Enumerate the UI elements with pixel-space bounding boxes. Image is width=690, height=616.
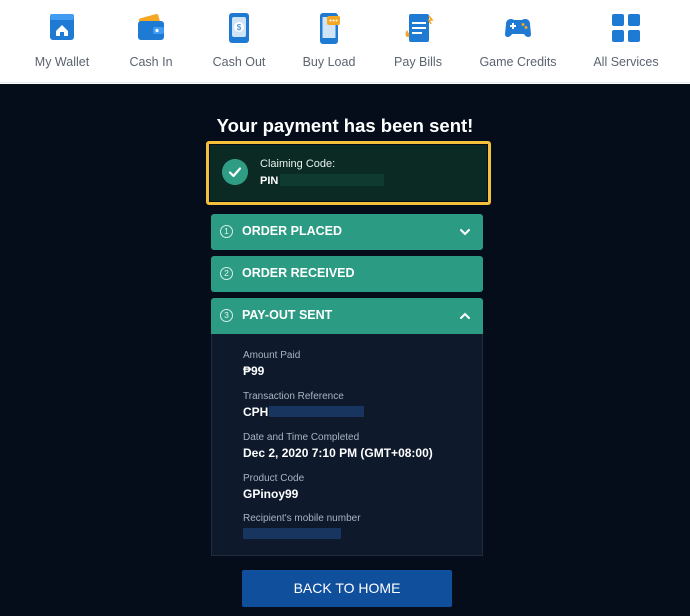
step-label: ORDER PLACED <box>242 224 343 238</box>
nav-cash-out[interactable]: $ Cash Out <box>194 0 284 83</box>
step-order-received[interactable]: 2 ORDER RECEIVED <box>211 256 483 292</box>
chevron-up-icon <box>460 312 470 319</box>
nav-label: Game Credits <box>479 55 557 69</box>
nav-label: Cash Out <box>212 55 266 69</box>
cash-in-wallet-icon <box>138 14 164 40</box>
reference-label: Transaction Reference <box>243 391 344 402</box>
back-to-home-button[interactable]: BACK TO HOME <box>242 570 452 607</box>
bill-icon <box>405 14 434 42</box>
claiming-code-label: Claiming Code: <box>260 158 336 170</box>
wallet-home-icon <box>50 14 74 40</box>
step-pay-out-sent[interactable]: 3 PAY-OUT SENT <box>211 298 483 334</box>
amount-label: Amount Paid <box>243 350 301 361</box>
nav-game-credits[interactable]: Game Credits <box>473 0 563 83</box>
mobile-redacted <box>243 528 341 539</box>
step-number: 1 <box>220 225 233 238</box>
svg-text:$: $ <box>237 23 242 32</box>
chevron-down-icon <box>460 229 470 236</box>
check-circle-icon <box>222 159 248 185</box>
gamepad-icon <box>505 19 531 37</box>
step-number: 2 <box>220 267 233 280</box>
mobile-label: Recipient's mobile number <box>243 513 361 524</box>
reference-redacted <box>269 406 364 417</box>
nav-label: Cash In <box>129 55 173 69</box>
page-title: Your payment has been sent! <box>216 115 474 136</box>
step-label: ORDER RECEIVED <box>242 266 355 280</box>
nav-label: Pay Bills <box>394 55 442 69</box>
claiming-code-card: Claiming Code: PIN <box>210 145 487 201</box>
reference-value: CPH <box>243 405 269 419</box>
product-code-label: Product Code <box>243 473 305 484</box>
nav-label: My Wallet <box>34 55 90 69</box>
product-code-value: GPinoy99 <box>243 487 299 501</box>
nav-label: Buy Load <box>302 55 356 69</box>
date-value: Dec 2, 2020 7:10 PM (GMT+08:00) <box>243 446 433 460</box>
step-order-placed[interactable]: 1 ORDER PLACED <box>211 214 483 250</box>
claiming-code-pin: PIN <box>260 175 279 187</box>
top-nav: My Wallet Cash In $ Cash Out Buy Load Pa… <box>0 0 690 83</box>
nav-all-services[interactable]: All Services <box>581 0 671 83</box>
step-label: PAY-OUT SENT <box>242 308 333 322</box>
payout-details: Amount Paid ₱99 Transaction Reference CP… <box>211 334 483 556</box>
phone-load-icon <box>320 13 340 44</box>
pin-redacted <box>280 174 384 186</box>
date-label: Date and Time Completed <box>243 432 360 443</box>
nav-pay-bills[interactable]: Pay Bills <box>373 0 463 83</box>
grid-icon <box>612 14 640 42</box>
amount-value: ₱99 <box>243 364 265 378</box>
nav-buy-load[interactable]: Buy Load <box>284 0 374 83</box>
nav-label: All Services <box>593 55 659 69</box>
step-number: 3 <box>220 309 233 322</box>
nav-cash-in[interactable]: Cash In <box>106 0 196 83</box>
cash-out-icon: $ <box>229 13 249 43</box>
nav-my-wallet[interactable]: My Wallet <box>17 0 107 83</box>
